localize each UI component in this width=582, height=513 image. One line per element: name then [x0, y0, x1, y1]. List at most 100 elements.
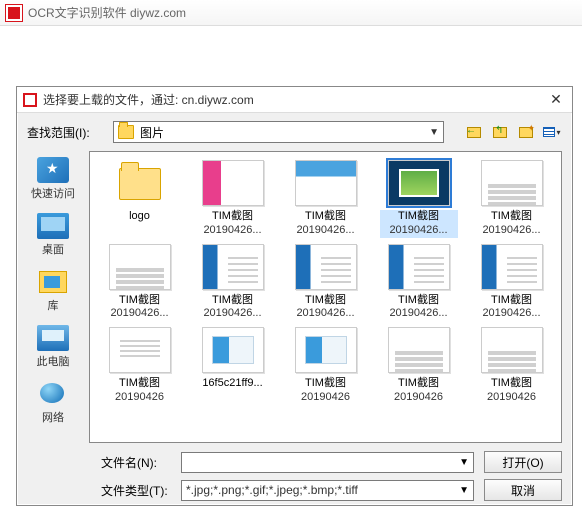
image-thumbnail-icon [388, 244, 450, 290]
file-name: TIM截图 [194, 210, 272, 224]
dialog-title: 选择要上载的文件，通过: cn.diywz.com [43, 91, 546, 108]
filename-label: 文件名(N): [101, 454, 171, 471]
image-thumbnail-icon [295, 327, 357, 373]
file-name-sub: 20190426 [473, 391, 551, 405]
file-item[interactable]: logo [94, 158, 185, 240]
file-name: TIM截图 [473, 294, 551, 308]
up-one-level-button[interactable] [490, 123, 510, 141]
app-title: OCR文字识别软件 diywz.com [28, 4, 186, 21]
file-name-sub: 20190426... [473, 224, 551, 238]
file-name: TIM截图 [101, 377, 179, 391]
image-thumbnail-icon [295, 160, 357, 206]
image-thumbnail-icon [295, 244, 357, 290]
cancel-button[interactable]: 取消 [484, 479, 562, 501]
toolbar-icons: ▾ [464, 123, 562, 141]
file-item[interactable]: TIM截图20190426... [373, 242, 464, 324]
libraries-icon [37, 269, 69, 295]
file-name-sub: 20190426... [380, 224, 458, 238]
file-item[interactable]: TIM截图20190426... [373, 158, 464, 240]
file-item[interactable]: TIM截图20190426... [280, 242, 371, 324]
file-name-sub: 20190426... [194, 307, 272, 321]
place-label: 桌面 [42, 241, 64, 257]
file-name: TIM截图 [287, 210, 365, 224]
lookin-combo[interactable]: 图片 ▼ [113, 121, 444, 143]
network-icon [37, 381, 69, 407]
chevron-down-icon: ▼ [459, 485, 469, 496]
image-thumbnail-icon [202, 160, 264, 206]
file-name: logo [101, 210, 179, 224]
file-name: TIM截图 [473, 377, 551, 391]
places-bar: 快速访问 桌面 库 此电脑 网络 [17, 147, 89, 447]
lookin-label: 查找范围(I): [27, 124, 107, 141]
dialog-bottom: 文件名(N): ▼ 打开(O) 文件类型(T): *.jpg;*.png;*.g… [17, 447, 572, 501]
place-label: 网络 [42, 409, 64, 425]
lookin-row: 查找范围(I): 图片 ▼ ▾ [17, 113, 572, 147]
app-titlebar: OCR文字识别软件 diywz.com [0, 0, 582, 26]
filetype-label: 文件类型(T): [101, 482, 171, 499]
filetype-combo[interactable]: *.jpg;*.png;*.gif;*.jpeg;*.bmp;*.tiff ▼ [181, 480, 474, 501]
file-name-sub: 20190426... [473, 307, 551, 321]
file-item[interactable]: 16f5c21ff9... [187, 325, 278, 407]
chevron-down-icon: ▼ [459, 457, 469, 468]
place-libraries[interactable]: 库 [21, 265, 85, 317]
file-name-sub: 20190426... [287, 224, 365, 238]
folder-icon [109, 160, 171, 206]
file-item[interactable]: TIM截图20190426... [466, 242, 557, 324]
app-logo-icon [6, 5, 22, 21]
image-thumbnail-icon [109, 244, 171, 290]
dialog-titlebar: 选择要上载的文件，通过: cn.diywz.com ✕ [17, 87, 572, 113]
place-desktop[interactable]: 桌面 [21, 209, 85, 261]
file-name-sub: 20190426... [101, 307, 179, 321]
folder-icon [118, 125, 134, 139]
image-thumbnail-icon [202, 244, 264, 290]
file-item[interactable]: TIM截图20190426 [373, 325, 464, 407]
file-item[interactable]: TIM截图20190426 [466, 325, 557, 407]
file-list-pane[interactable]: logoTIM截图20190426...TIM截图20190426...TIM截… [89, 151, 562, 443]
file-name: TIM截图 [380, 377, 458, 391]
open-button[interactable]: 打开(O) [484, 451, 562, 473]
place-label: 快速访问 [31, 185, 75, 201]
dialog-logo-icon [23, 93, 37, 107]
file-name: TIM截图 [473, 210, 551, 224]
file-name-sub: 20190426 [380, 391, 458, 405]
file-name: 16f5c21ff9... [194, 377, 272, 391]
place-label: 此电脑 [37, 353, 70, 369]
back-button[interactable] [464, 123, 484, 141]
image-thumbnail-icon [481, 244, 543, 290]
file-name: TIM截图 [380, 294, 458, 308]
file-item[interactable]: TIM截图20190426 [280, 325, 371, 407]
place-network[interactable]: 网络 [21, 377, 85, 429]
file-name: TIM截图 [101, 294, 179, 308]
file-name-sub: 20190426... [287, 307, 365, 321]
file-name-sub: 20190426 [101, 391, 179, 405]
place-quick-access[interactable]: 快速访问 [21, 153, 85, 205]
image-thumbnail-icon [481, 160, 543, 206]
file-name: TIM截图 [194, 294, 272, 308]
image-thumbnail-icon [388, 160, 450, 206]
file-item[interactable]: TIM截图20190426... [187, 158, 278, 240]
filetype-value: *.jpg;*.png;*.gif;*.jpeg;*.bmp;*.tiff [186, 483, 459, 497]
file-name-sub: 20190426... [194, 224, 272, 238]
file-item[interactable]: TIM截图20190426... [94, 242, 185, 324]
file-name: TIM截图 [380, 210, 458, 224]
file-name: TIM截图 [287, 377, 365, 391]
close-button[interactable]: ✕ [546, 90, 566, 110]
file-item[interactable]: TIM截图20190426... [280, 158, 371, 240]
filename-input[interactable]: ▼ [181, 452, 474, 473]
file-name-sub: 20190426 [287, 391, 365, 405]
view-menu-button[interactable]: ▾ [542, 123, 562, 141]
lookin-value: 图片 [140, 124, 423, 141]
image-thumbnail-icon [109, 327, 171, 373]
file-name-sub: 20190426... [380, 307, 458, 321]
file-item[interactable]: TIM截图20190426 [94, 325, 185, 407]
file-name: TIM截图 [287, 294, 365, 308]
file-item[interactable]: TIM截图20190426... [187, 242, 278, 324]
image-thumbnail-icon [388, 327, 450, 373]
place-this-pc[interactable]: 此电脑 [21, 321, 85, 373]
desktop-icon [37, 213, 69, 239]
quick-access-icon [37, 157, 69, 183]
file-item[interactable]: TIM截图20190426... [466, 158, 557, 240]
this-pc-icon [37, 325, 69, 351]
chevron-down-icon: ▼ [429, 127, 439, 138]
new-folder-button[interactable] [516, 123, 536, 141]
